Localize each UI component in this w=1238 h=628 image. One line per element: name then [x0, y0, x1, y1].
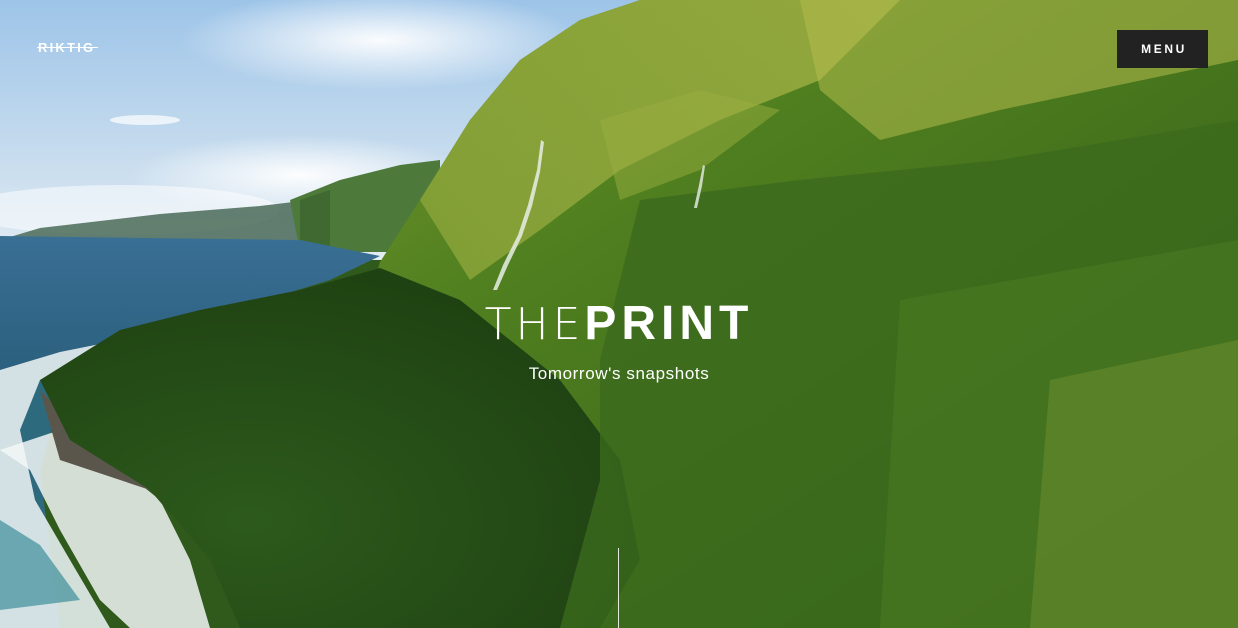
site-logo[interactable]: RIKTIG — [36, 40, 99, 55]
hero-title-light: THE — [484, 299, 585, 350]
hero-title-bold: PRINT — [584, 297, 754, 350]
menu-button[interactable]: MENU — [1117, 30, 1208, 68]
scroll-indicator-line — [618, 548, 619, 628]
hero-tagline: Tomorrow's snapshots — [528, 364, 710, 383]
hero-title: THEPRINT — [0, 296, 1238, 353]
